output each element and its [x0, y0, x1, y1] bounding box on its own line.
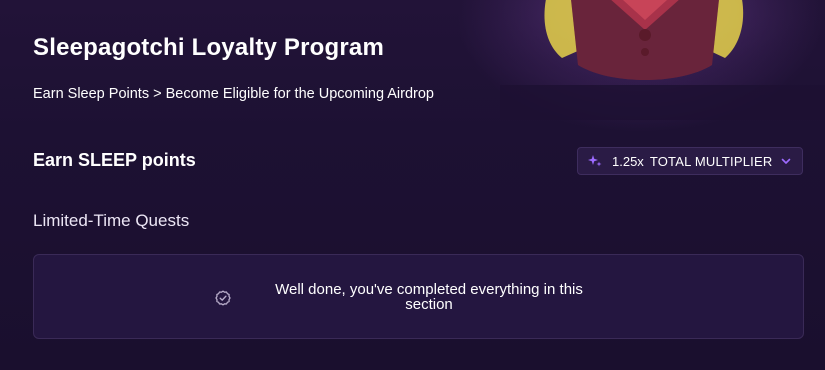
page-title: Sleepagotchi Loyalty Program — [33, 34, 385, 61]
page-subtitle: Earn Sleep Points > Become Eligible for … — [33, 86, 434, 102]
multiplier-value: 1.25x — [612, 153, 644, 169]
chevron-down-icon — [780, 155, 792, 167]
limited-time-quests-heading: Limited-Time Quests — [33, 211, 190, 230]
total-multiplier-dropdown[interactable]: 1.25x TOTAL MULTIPLIER — [577, 147, 803, 175]
multiplier-label: TOTAL MULTIPLIER — [649, 153, 773, 169]
sparkle-icon — [588, 154, 602, 168]
earn-points-heading: Earn SLEEP points — [33, 150, 196, 170]
hero-character-art — [500, 0, 825, 120]
completed-message: Well done, you've completed everything i… — [275, 281, 583, 313]
check-circle-icon — [214, 289, 232, 307]
quests-completed-card: Well done, you've completed everything i… — [33, 254, 804, 339]
loyalty-page: Sleepagotchi Loyalty Program Earn Sleep … — [0, 0, 825, 370]
